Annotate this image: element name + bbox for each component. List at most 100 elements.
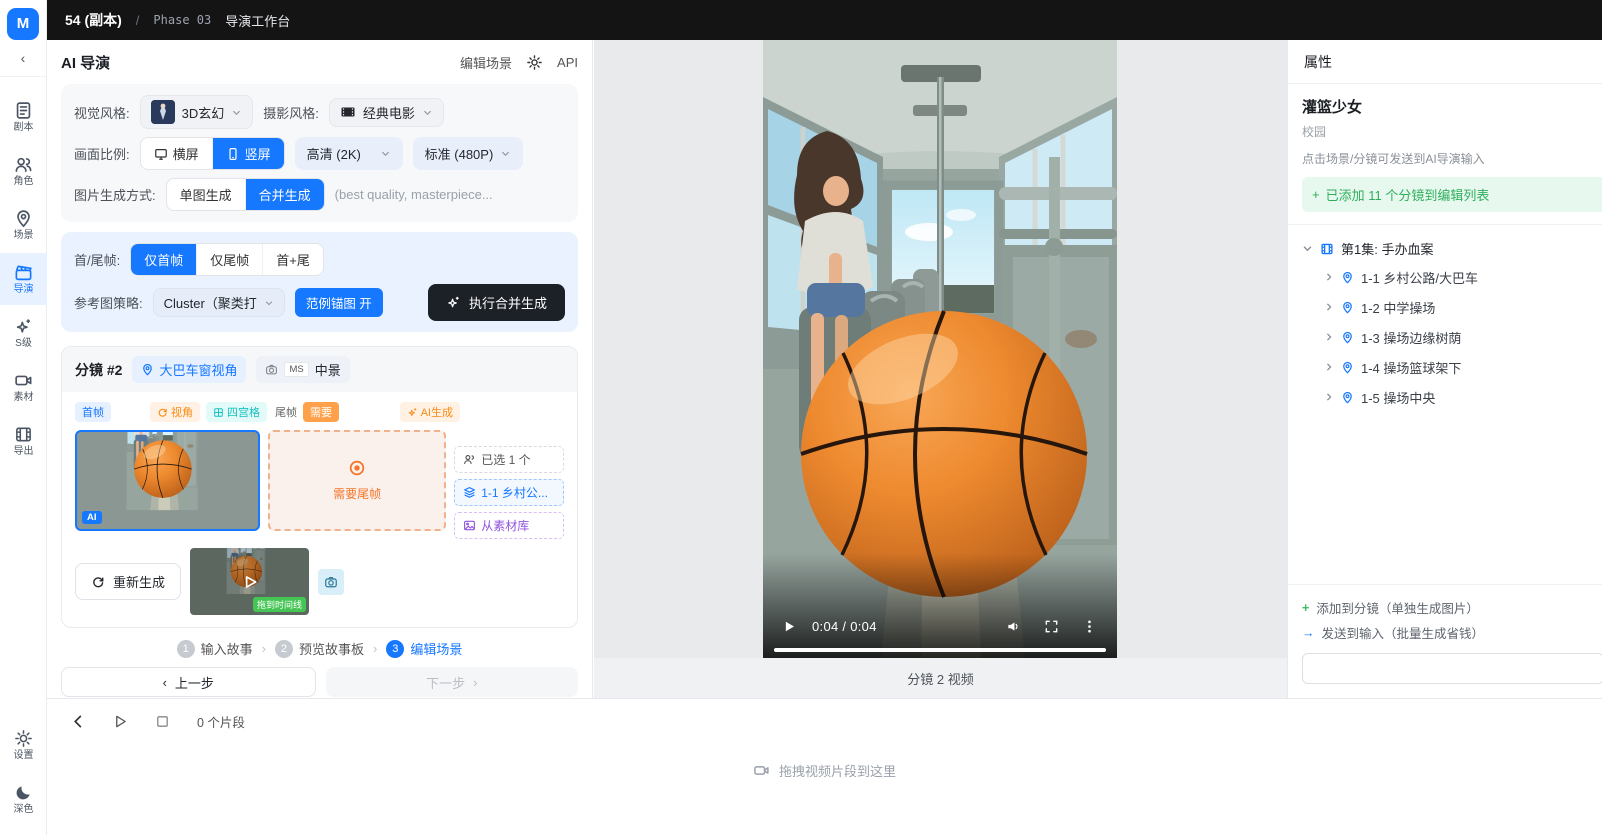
film-icon	[14, 425, 33, 444]
frame-options-card: 首/尾帧: 仅首帧 仅尾帧 首+尾 参考图策略: Cluster（聚类打 范例锚…	[61, 232, 578, 332]
panel-title: AI 导演	[61, 52, 110, 73]
properties-panel: 属性 灌篮少女 校园 点击场景/分镜可发送到AI导演输入 + 已添加 11 个分…	[1287, 40, 1602, 698]
first-frame-only-option[interactable]: 仅首帧	[131, 244, 196, 275]
merge-gen-option[interactable]: 合并生成	[245, 179, 324, 210]
selected-count-button[interactable]: 已选 1 个	[454, 446, 564, 473]
scene-ref-button[interactable]: 1-1 乡村公...	[454, 479, 564, 506]
stop-icon[interactable]	[155, 714, 170, 729]
sidebar-item-script[interactable]: 剧本	[0, 91, 47, 143]
send-to-input-action[interactable]: → 发送到输入（批量生成省钱）	[1302, 620, 1602, 645]
portrait-option[interactable]: 竖屏	[212, 138, 284, 169]
landscape-option[interactable]: 横屏	[141, 138, 212, 169]
project-category: 校园	[1302, 123, 1602, 140]
chevron-down-icon	[422, 107, 433, 118]
angle-tag[interactable]: 视角	[150, 402, 200, 422]
camera-style-value: 经典电影	[363, 103, 415, 122]
chevron-down-icon	[231, 107, 242, 118]
sidebar-item-s-grade[interactable]: S级	[0, 307, 47, 359]
shot-location-badge[interactable]: 大巴车窗视角	[132, 356, 246, 383]
regenerate-button[interactable]: 重新生成	[75, 563, 181, 600]
play-icon	[241, 573, 259, 591]
video-caption: 分镜 2 视频	[594, 658, 1287, 698]
sidebar-item-settings[interactable]: 设置	[0, 723, 47, 767]
execute-merge-button[interactable]: 执行合并生成	[428, 284, 565, 321]
step-preview-storyboard[interactable]: 2 预览故事板	[275, 639, 364, 658]
refresh-icon	[91, 575, 105, 589]
add-to-shot-action[interactable]: + 添加到分镜（单独生成图片）	[1302, 595, 1602, 620]
resolution-sd-dropdown[interactable]: 标准 (480P)	[413, 137, 524, 170]
api-link[interactable]: API	[557, 55, 578, 70]
sidebar-item-scenes[interactable]: 场景	[0, 199, 47, 251]
scene-node[interactable]: 1-2 中学操场	[1302, 292, 1602, 322]
first-frame-thumbnail[interactable]: AI	[75, 430, 260, 531]
fullscreen-icon[interactable]	[1044, 619, 1059, 634]
chevron-left-icon: ‹	[163, 675, 167, 690]
settings-gear-icon[interactable]	[526, 54, 543, 71]
single-gen-option[interactable]: 单图生成	[167, 179, 245, 210]
left-rail: M ‹ 剧本 角色 场景 导演 S级	[0, 0, 47, 835]
play-icon[interactable]	[113, 714, 128, 729]
video-thumbnail[interactable]: 拖到时间线	[190, 548, 309, 615]
map-pin-icon	[141, 363, 154, 376]
collapse-sidebar-button[interactable]: ‹	[0, 46, 46, 77]
filmstrip-icon	[340, 104, 356, 120]
volume-icon[interactable]	[1006, 619, 1021, 634]
first-last-option[interactable]: 首+尾	[262, 244, 323, 275]
timeline-dropzone[interactable]: 拖拽视频片段到这里	[47, 761, 1602, 780]
map-pin-icon	[1341, 391, 1354, 404]
kebab-menu-icon[interactable]	[1082, 619, 1097, 634]
visual-style-dropdown[interactable]: 3D玄幻	[140, 95, 254, 129]
visual-style-label: 视觉风格:	[74, 103, 130, 122]
ai-generate-tag[interactable]: AI生成	[400, 402, 460, 422]
chevron-right-icon: ›	[473, 675, 477, 690]
chevron-down-icon	[500, 148, 511, 159]
from-library-button[interactable]: 从素材库	[454, 512, 564, 539]
last-frame-placeholder[interactable]: 需要尾帧	[268, 430, 446, 531]
sidebar-item-director[interactable]: 导演	[0, 253, 47, 305]
properties-input[interactable]	[1302, 653, 1602, 684]
video-player[interactable]: 0:04 / 0:04	[763, 40, 1117, 658]
document-icon	[14, 101, 33, 120]
phase-label: Phase 03	[153, 13, 211, 27]
sidebar-item-characters[interactable]: 角色	[0, 145, 47, 197]
wizard-nav-buttons: ‹上一步 下一步›	[61, 667, 578, 697]
sidebar-item-assets[interactable]: 素材	[0, 361, 47, 413]
play-button[interactable]	[783, 620, 796, 633]
video-progress-bar[interactable]	[774, 648, 1106, 652]
scene-node[interactable]: 1-4 操场篮球架下	[1302, 352, 1602, 382]
shot-type-badge[interactable]: MS 中景	[256, 356, 349, 383]
chevron-down-icon	[380, 148, 391, 159]
snapshot-button[interactable]	[318, 569, 344, 595]
app-logo[interactable]: M	[7, 8, 39, 40]
sidebar-item-darkmode[interactable]: 深色	[0, 777, 47, 821]
next-step-button[interactable]: 下一步›	[326, 667, 579, 697]
chevron-left-icon[interactable]	[71, 714, 86, 729]
image-icon	[463, 519, 476, 532]
people-icon	[14, 155, 33, 174]
sparkle-icon	[446, 295, 461, 310]
map-pin-icon	[1341, 361, 1354, 374]
chevron-right-icon	[1324, 272, 1334, 282]
scene-node[interactable]: 1-5 操场中央	[1302, 382, 1602, 412]
grid-tag[interactable]: 四宫格	[206, 402, 267, 422]
clip-count: 0 个片段	[197, 712, 245, 731]
episode-node[interactable]: 第1集: 手办血案	[1302, 235, 1602, 262]
prev-step-button[interactable]: ‹上一步	[61, 667, 316, 697]
anchor-toggle-button[interactable]: 范例锚图 开	[295, 288, 383, 317]
step-edit-scene[interactable]: 3 编辑场景	[386, 639, 462, 658]
page-title: 导演工作台	[225, 11, 290, 30]
project-name: 灌篮少女	[1302, 96, 1602, 117]
resolution-hd-dropdown[interactable]: 高清 (2K)	[295, 137, 403, 170]
last-frame-only-option[interactable]: 仅尾帧	[196, 244, 262, 275]
scene-node[interactable]: 1-1 乡村公路/大巴车	[1302, 262, 1602, 292]
step-input-story[interactable]: 1 输入故事	[177, 639, 253, 658]
edit-scene-link[interactable]: 编辑场景	[460, 53, 512, 72]
scene-node[interactable]: 1-3 操场边缘树荫	[1302, 322, 1602, 352]
ref-strategy-dropdown[interactable]: Cluster（聚类打	[153, 288, 285, 317]
sidebar-item-export[interactable]: 导出	[0, 415, 47, 467]
video-camera-icon	[14, 371, 33, 390]
episode-label: 第1集: 手办血案	[1341, 239, 1433, 258]
plus-icon: +	[1312, 187, 1320, 202]
shot-card: 分镜 #2 大巴车窗视角 MS 中景 首帧 视角	[61, 346, 578, 628]
camera-style-dropdown[interactable]: 经典电影	[329, 98, 444, 127]
